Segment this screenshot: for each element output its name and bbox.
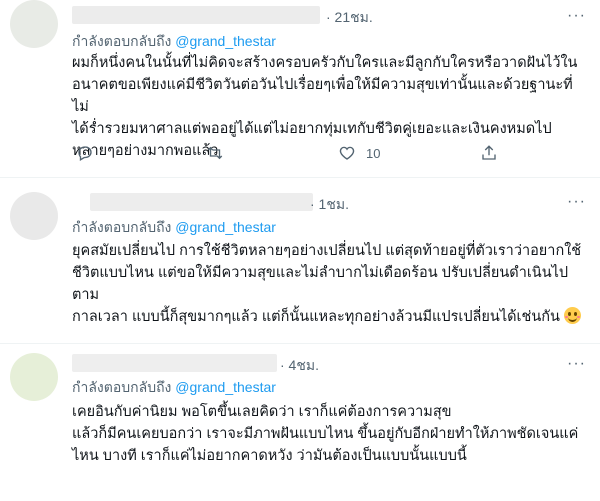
more-horizontal-icon: ···	[567, 7, 586, 24]
retweet-button[interactable]	[206, 143, 224, 163]
reply-button[interactable]	[76, 143, 94, 163]
more-horizontal-icon: ···	[567, 193, 586, 210]
replying-to: กำลังตอบกลับถึง @grand_thestar	[72, 31, 276, 53]
tweet-timestamp[interactable]: · 4ชม.	[280, 355, 319, 377]
heart-icon	[339, 146, 355, 160]
share-icon	[482, 145, 496, 160]
like-button[interactable]: 10	[338, 143, 380, 163]
reply-icon	[78, 146, 92, 161]
replying-prefix: กำลังตอบกลับถึง	[72, 219, 172, 235]
more-options-button[interactable]: ···	[567, 356, 586, 372]
replying-prefix: กำลังตอบกลับถึง	[72, 33, 172, 49]
tweet-timestamp[interactable]: · 1ชม.	[310, 194, 349, 216]
replying-prefix: กำลังตอบกลับถึง	[72, 379, 172, 395]
more-options-button[interactable]: ···	[567, 8, 586, 24]
replying-handle-link[interactable]: @grand_thestar	[175, 379, 276, 395]
tweet-text-content: ยุคสมัยเปลี่ยนไป การใช้ชีวิตหลายๆอย่างเป…	[72, 243, 582, 325]
more-options-button[interactable]: ···	[567, 194, 586, 210]
tweet-actions: 10	[72, 143, 572, 163]
reply-tweet[interactable]: · 21ชม. ··· กำลังตอบกลับถึง @grand_thest…	[0, 0, 600, 178]
replies-feed: · 21ชม. ··· กำลังตอบกลับถึง @grand_thest…	[0, 0, 600, 501]
author-name-blurred[interactable]	[90, 193, 313, 211]
tweet-text: ยุคสมัยเปลี่ยนไป การใช้ชีวิตหลายๆอย่างเป…	[72, 240, 586, 328]
author-name-blurred[interactable]	[72, 6, 320, 24]
retweet-icon	[207, 146, 223, 160]
reply-tweet[interactable]: · 1ชม. ··· กำลังตอบกลับถึง @grand_thesta…	[0, 178, 600, 344]
more-horizontal-icon: ···	[567, 355, 586, 372]
avatar[interactable]	[10, 0, 58, 48]
avatar[interactable]	[10, 353, 58, 401]
tweet-timestamp[interactable]: · 21ชม.	[326, 7, 373, 29]
replying-to: กำลังตอบกลับถึง @grand_thestar	[72, 217, 276, 239]
reply-tweet[interactable]: · 4ชม. ··· กำลังตอบกลับถึง @grand_thesta…	[0, 344, 600, 501]
tweet-text: เคยอินกับค่านิยม พอโตขึ้นเลยคิดว่า เราก็…	[72, 404, 579, 464]
share-button[interactable]	[480, 143, 498, 163]
author-name-blurred[interactable]	[72, 354, 277, 372]
replying-handle-link[interactable]: @grand_thestar	[175, 33, 276, 49]
replying-handle-link[interactable]: @grand_thestar	[175, 219, 276, 235]
like-count: 10	[366, 145, 381, 161]
replying-to: กำลังตอบกลับถึง @grand_thestar	[72, 377, 276, 399]
avatar[interactable]	[10, 192, 58, 240]
smiling-face-emoji	[563, 307, 581, 324]
